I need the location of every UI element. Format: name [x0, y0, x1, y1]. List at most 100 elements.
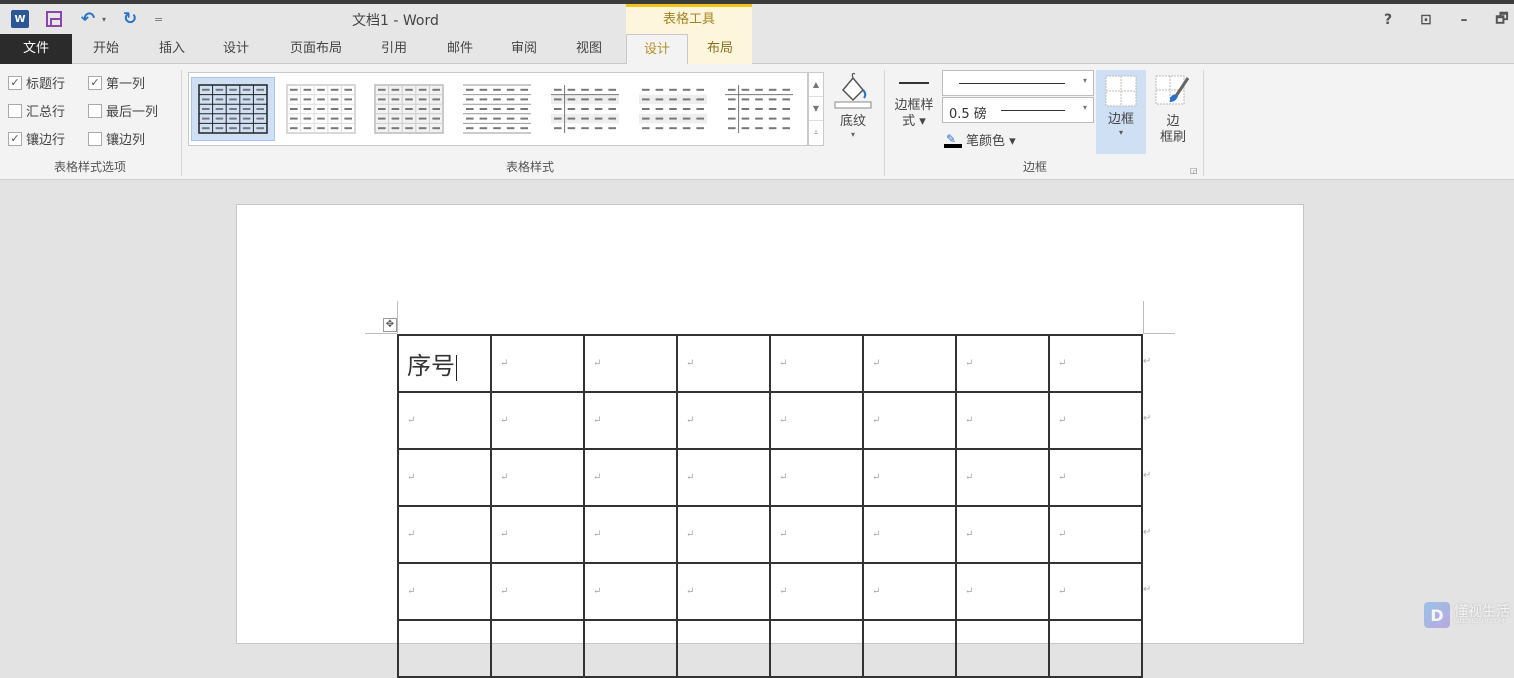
table-cell-header-seq[interactable]: 序号 — [397, 334, 492, 393]
table-cell[interactable] — [676, 619, 771, 678]
table-cell[interactable]: ↵ — [676, 505, 771, 564]
gallery-scrollbar: ▲ ▼ ⩡ — [808, 72, 824, 146]
table-cell[interactable]: ↵ — [676, 562, 771, 621]
table-cell[interactable]: ↵ — [397, 448, 492, 507]
line-style-dropdown[interactable]: ▾ — [942, 70, 1094, 96]
table-cell[interactable]: ↵ — [862, 334, 957, 393]
table-cell[interactable]: ↵ — [676, 391, 771, 450]
shading-button[interactable]: 底纹 ▾ — [832, 70, 874, 139]
undo-icon[interactable]: ↶ — [78, 9, 98, 29]
tab-file[interactable]: 文件 — [0, 34, 72, 64]
table-cell[interactable]: ↵ — [769, 448, 864, 507]
table-cell[interactable]: ↵ — [676, 334, 771, 393]
gallery-scroll-up[interactable]: ▲ — [809, 73, 823, 97]
window-title: 文档1 - Word — [352, 13, 439, 29]
group-separator — [1203, 70, 1204, 176]
table-cell[interactable]: ↵ — [583, 334, 678, 393]
table-cell[interactable]: ↵ — [676, 448, 771, 507]
table-cell[interactable] — [397, 619, 492, 678]
checkbox-banded-rows[interactable]: ✓ 镶边行 — [8, 129, 65, 148]
restore-icon[interactable]: 🗗 — [1494, 8, 1510, 32]
table-cell[interactable]: ↵ — [955, 505, 1050, 564]
tab-page-layout[interactable]: 页面布局 — [278, 34, 354, 64]
checkbox-total-row[interactable]: 汇总行 — [8, 101, 65, 120]
table-cell[interactable]: ↵ — [862, 562, 957, 621]
checkbox-header-row[interactable]: ✓ 标题行 — [8, 73, 65, 92]
table-cell[interactable]: ↵ — [862, 505, 957, 564]
checkbox-unchecked-icon — [88, 103, 102, 118]
table-cell[interactable] — [955, 619, 1050, 678]
table-cell[interactable]: ↵ — [1048, 562, 1143, 621]
table-cell[interactable]: ↵ — [583, 505, 678, 564]
tab-mailings[interactable]: 邮件 — [434, 34, 486, 64]
border-painter-button[interactable]: 边 框刷 — [1152, 70, 1194, 154]
table-cell[interactable]: ↵ — [769, 391, 864, 450]
checkbox-last-column[interactable]: 最后一列 — [88, 101, 158, 120]
tab-references[interactable]: 引用 — [368, 34, 420, 64]
ribbon-display-options-icon[interactable]: ⊡ — [1418, 12, 1434, 28]
table-cell[interactable]: ↵ — [490, 334, 585, 393]
table-cell[interactable]: ↵ — [583, 562, 678, 621]
table-cell[interactable]: ↵ — [955, 448, 1050, 507]
table-cell[interactable]: ↵ — [397, 562, 492, 621]
document-page[interactable]: ✥ 序号 ↵ ↵ ↵ ↵ ↵ ↵ ↵ ↵ ↵ ↵ ↵ ↵ ↵ ↵ ↵ ↵ ↵ ↵ ↵ ↵ ↵ ↵ ↵ ↵ ↵ ↵ ↵ ↵ ↵ ↵ ↵ ↵ ↵ ↵ ↵ ↵… — [236, 204, 1304, 678]
borders-dialog-launcher-icon[interactable]: ◲ — [1190, 166, 1198, 175]
checkbox-first-column[interactable]: ✓ 第一列 — [88, 73, 145, 92]
undo-dropdown-caret[interactable]: ▾ — [102, 15, 106, 24]
table-cell[interactable]: ↵ — [769, 505, 864, 564]
tab-design[interactable]: 设计 — [210, 34, 262, 64]
table-cell[interactable]: ↵ — [955, 562, 1050, 621]
customize-qat-icon[interactable]: = — [154, 13, 163, 26]
table-style-plain-1[interactable] — [279, 77, 363, 141]
table-cell[interactable]: ↵ — [397, 505, 492, 564]
checkbox-banded-columns[interactable]: 镶边列 — [88, 129, 145, 148]
table-style-plain-6[interactable] — [717, 77, 801, 141]
line-weight-dropdown[interactable]: 0.5 磅 ▾ — [942, 97, 1094, 123]
table-cell[interactable]: ↵ — [955, 391, 1050, 450]
table-cell[interactable]: ↵ — [1048, 448, 1143, 507]
borders-button[interactable]: 边框 ▾ — [1096, 70, 1146, 154]
word-app-icon[interactable]: W — [10, 9, 30, 29]
table-cell[interactable]: ↵ — [490, 562, 585, 621]
tab-table-design[interactable]: 设计 — [626, 34, 688, 65]
gallery-more[interactable]: ⩡ — [809, 121, 823, 145]
table-cell[interactable] — [583, 619, 678, 678]
table-style-plain-5[interactable] — [631, 77, 715, 141]
table-style-plain-4[interactable] — [543, 77, 627, 141]
help-icon[interactable]: ? — [1380, 12, 1396, 28]
tab-table-layout[interactable]: 布局 — [688, 34, 752, 64]
tab-insert[interactable]: 插入 — [146, 34, 198, 64]
table-style-plain-3[interactable] — [455, 77, 539, 141]
table-cell[interactable] — [1048, 619, 1143, 678]
pen-color-button[interactable]: ✎ 笔颜色 ▾ — [944, 130, 1016, 149]
border-styles-button[interactable]: 边框样 式 ▾ — [890, 82, 938, 130]
table-styles-gallery — [188, 72, 808, 146]
table-cell[interactable]: ↵ — [583, 448, 678, 507]
tab-view[interactable]: 视图 — [563, 34, 615, 64]
table-cell[interactable]: ↵ — [1048, 505, 1143, 564]
table-cell[interactable] — [490, 619, 585, 678]
table-cell[interactable]: ↵ — [397, 391, 492, 450]
table-cell[interactable]: ↵ — [1048, 334, 1143, 393]
gallery-scroll-down[interactable]: ▼ — [809, 97, 823, 121]
redo-icon[interactable]: ↻ — [120, 9, 140, 29]
table-style-grid[interactable] — [191, 77, 275, 141]
table-move-handle-icon[interactable]: ✥ — [383, 318, 397, 332]
table-cell[interactable]: ↵ — [862, 391, 957, 450]
table-cell[interactable]: ↵ — [490, 391, 585, 450]
table-cell[interactable] — [862, 619, 957, 678]
save-icon[interactable] — [44, 9, 64, 29]
table-cell[interactable]: ↵ — [769, 334, 864, 393]
table-cell[interactable]: ↵ — [490, 448, 585, 507]
table-cell[interactable] — [769, 619, 864, 678]
tab-home[interactable]: 开始 — [80, 34, 132, 64]
table-cell[interactable]: ↵ — [583, 391, 678, 450]
table-cell[interactable]: ↵ — [769, 562, 864, 621]
table-cell[interactable]: ↵ — [490, 505, 585, 564]
table-cell[interactable]: ↵ — [1048, 391, 1143, 450]
table-cell[interactable]: ↵ — [862, 448, 957, 507]
table-cell[interactable]: ↵ — [955, 334, 1050, 393]
table-style-plain-2[interactable] — [367, 77, 451, 141]
tab-review[interactable]: 审阅 — [498, 34, 550, 64]
minimize-icon[interactable]: – — [1456, 12, 1472, 28]
